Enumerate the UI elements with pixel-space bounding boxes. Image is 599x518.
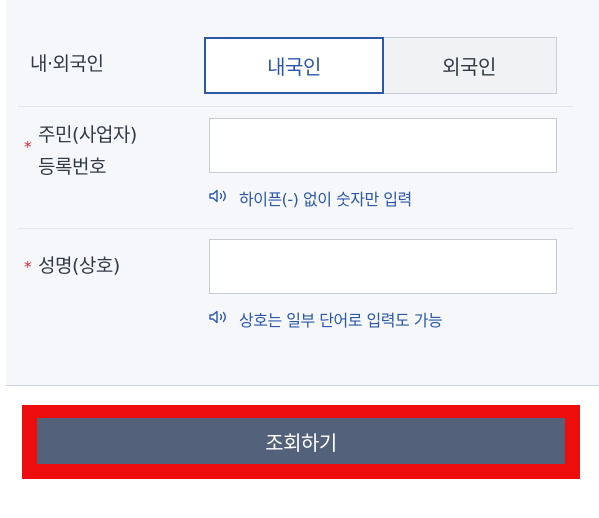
row-divider (18, 106, 573, 107)
resident-number-input[interactable] (209, 118, 557, 173)
name-label: 성명(상호) (38, 255, 120, 277)
resident-number-hint: 하이픈(-) 없이 숫자만 입력 (209, 186, 412, 210)
domestic-toggle-button[interactable]: 내국인 (204, 37, 384, 94)
name-input[interactable] (209, 239, 557, 294)
name-hint: 상호는 일부 단어로 입력도 가능 (209, 307, 443, 331)
resident-number-label-line1: 주민(사업자) (38, 124, 137, 146)
search-button[interactable]: 조회하기 (37, 418, 565, 464)
required-marker: * (24, 138, 32, 156)
resident-number-hint-text: 하이픈(-) 없이 숫자만 입력 (239, 190, 412, 209)
resident-number-label-line2: 등록번호 (38, 156, 106, 178)
row-divider (18, 228, 573, 229)
speaker-icon (209, 189, 226, 203)
name-hint-text: 상호는 일부 단어로 입력도 가능 (239, 311, 443, 330)
required-marker: * (24, 258, 32, 276)
speaker-icon (209, 310, 226, 324)
foreigner-toggle-button[interactable]: 외국인 (382, 37, 557, 94)
nationality-label: 내·외국인 (30, 53, 104, 75)
